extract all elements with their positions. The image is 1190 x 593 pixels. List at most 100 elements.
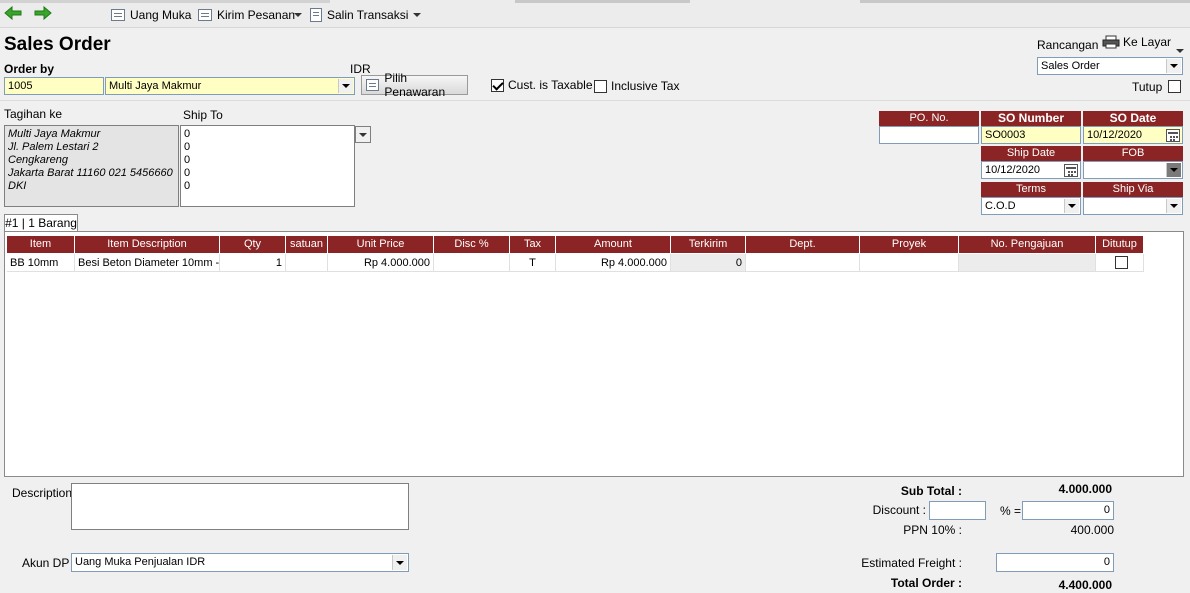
document-icon (198, 9, 212, 21)
forward-arrow-icon[interactable] (34, 5, 52, 21)
pilih-penawaran-label: Pilih Penawaran (384, 71, 446, 99)
po-no-input[interactable] (879, 126, 979, 144)
chevron-down-icon (359, 132, 367, 137)
terms-select[interactable]: C.O.D (981, 197, 1081, 215)
column-header-description[interactable]: Item Description (75, 236, 220, 253)
cell-satuan[interactable] (286, 254, 328, 272)
akun-dp-label: Akun DP (22, 556, 70, 570)
template-dropdown-button[interactable] (1166, 59, 1181, 73)
document-icon (111, 9, 125, 21)
shipping-line: 0 (184, 141, 191, 153)
terms-dropdown-button[interactable] (1064, 199, 1079, 213)
header-divider (0, 100, 1190, 101)
so-date-input[interactable]: 10/12/2020 (1083, 126, 1183, 144)
cell-no-pengajuan (959, 254, 1096, 272)
so-number-input[interactable]: SO0003 (981, 126, 1081, 144)
calendar-icon[interactable] (1064, 164, 1078, 177)
discount-percent-input[interactable] (929, 501, 986, 520)
terms-header: Terms (981, 182, 1081, 197)
cell-tax[interactable]: T (510, 254, 556, 272)
discount-value: 0 (1103, 504, 1110, 516)
toolbar: Uang Muka Kirim Pesanan Salin Transaksi (0, 0, 1190, 28)
shipping-line: 0 (184, 180, 191, 192)
salin-transaksi-dropdown[interactable] (413, 7, 421, 23)
customer-code-value: 1005 (8, 80, 33, 92)
column-header-ditutup[interactable]: Ditutup (1096, 236, 1144, 253)
customer-name-value: Multi Jaya Makmur (109, 80, 202, 92)
billing-line: Jakarta Barat 11160 021 5456660 (8, 167, 173, 179)
salin-transaksi-label: Salin Transaksi (327, 8, 409, 22)
percent-equals-label: % = (1000, 504, 1022, 518)
ke-layar-label: Ke Layar (1123, 35, 1172, 49)
cell-dept[interactable] (746, 254, 860, 272)
salin-transaksi-button[interactable]: Salin Transaksi (310, 7, 408, 23)
customer-name-combo[interactable]: Multi Jaya Makmur (105, 77, 355, 95)
column-header-satuan[interactable]: satuan (286, 236, 328, 253)
column-header-tax[interactable]: Tax (510, 236, 556, 253)
uang-muka-button[interactable]: Uang Muka (111, 7, 191, 23)
ke-layar-button[interactable]: Ke Layar (1102, 35, 1171, 49)
ship-via-dropdown-button[interactable] (1166, 199, 1181, 213)
tutup-label: Tutup (1132, 80, 1163, 94)
total-order-label: Total Order : (890, 576, 962, 590)
cell-qty[interactable]: 1 (220, 254, 286, 272)
description-textarea[interactable] (71, 483, 409, 530)
akun-dp-dropdown-button[interactable] (392, 555, 407, 570)
shipping-address-box[interactable]: 0 0 0 0 0 (180, 125, 355, 207)
fob-dropdown-button[interactable] (1166, 163, 1181, 177)
column-header-item[interactable]: Item (7, 236, 75, 253)
cell-description[interactable]: Besi Beton Diameter 10mm - 1 (75, 254, 220, 272)
cell-proyek[interactable] (860, 254, 959, 272)
rancangan-label: Rancangan (1037, 38, 1099, 52)
so-number-header: SO Number (981, 111, 1081, 126)
column-header-qty[interactable]: Qty (220, 236, 286, 253)
template-select[interactable]: Sales Order (1037, 57, 1183, 75)
cell-item[interactable]: BB 10mm (7, 254, 75, 272)
shipping-line: 0 (184, 128, 191, 140)
subtotal-value: 4.000.000 (1058, 482, 1112, 496)
cell-unit-price[interactable]: Rp 4.000.000 (328, 254, 434, 272)
calendar-icon[interactable] (1166, 129, 1180, 142)
akun-dp-select[interactable]: Uang Muka Penjualan IDR (71, 553, 409, 572)
ship-date-input[interactable]: 10/12/2020 (981, 161, 1081, 179)
customer-dropdown-button[interactable] (338, 79, 353, 93)
chevron-down-icon (1170, 204, 1178, 208)
tutup-checkbox[interactable] (1168, 80, 1181, 93)
freight-input[interactable]: 0 (996, 553, 1114, 572)
back-arrow-icon[interactable] (4, 5, 22, 21)
ke-layar-dropdown[interactable] (1176, 42, 1184, 56)
kirim-pesanan-label: Kirim Pesanan (217, 8, 296, 22)
cell-ditutup[interactable] (1096, 254, 1144, 272)
column-header-unit-price[interactable]: Unit Price (328, 236, 434, 253)
ship-date-value: 10/12/2020 (985, 164, 1041, 176)
column-header-no-pengajuan[interactable]: No. Pengajuan (959, 236, 1096, 253)
cell-disc[interactable] (434, 254, 510, 272)
fob-select[interactable] (1083, 161, 1183, 179)
cust-taxable-checkbox[interactable] (491, 79, 504, 92)
kirim-pesanan-dropdown[interactable] (294, 7, 302, 23)
column-header-amount[interactable]: Amount (556, 236, 671, 253)
inclusive-tax-checkbox[interactable] (594, 80, 607, 93)
ship-to-dropdown-button[interactable] (355, 126, 371, 143)
cust-taxable-label: Cust. is Taxable (508, 78, 593, 92)
cell-amount[interactable]: Rp 4.000.000 (556, 254, 671, 272)
uang-muka-label: Uang Muka (130, 8, 192, 22)
so-date-value: 10/12/2020 (1087, 129, 1143, 141)
list-icon (366, 79, 380, 91)
so-date-header: SO Date (1083, 111, 1183, 126)
pilih-penawaran-button[interactable]: Pilih Penawaran (361, 71, 468, 99)
ditutup-checkbox[interactable] (1115, 256, 1128, 269)
customer-code-input[interactable]: 1005 (4, 77, 104, 95)
column-header-proyek[interactable]: Proyek (860, 236, 959, 253)
chevron-down-icon (294, 13, 302, 17)
billing-line: Jl. Palem Lestari 2 (8, 141, 99, 153)
column-header-terkirim[interactable]: Terkirim (671, 236, 746, 253)
window-tab-strip (860, 0, 1190, 3)
tab-items[interactable]: #1 | 1 Barang (4, 214, 78, 232)
ship-via-header: Ship Via (1083, 182, 1183, 197)
discount-value-input[interactable]: 0 (1022, 501, 1114, 520)
column-header-disc[interactable]: Disc % (434, 236, 510, 253)
kirim-pesanan-button[interactable]: Kirim Pesanan (198, 7, 295, 23)
ship-via-select[interactable] (1083, 197, 1183, 215)
column-header-dept[interactable]: Dept. (746, 236, 860, 253)
